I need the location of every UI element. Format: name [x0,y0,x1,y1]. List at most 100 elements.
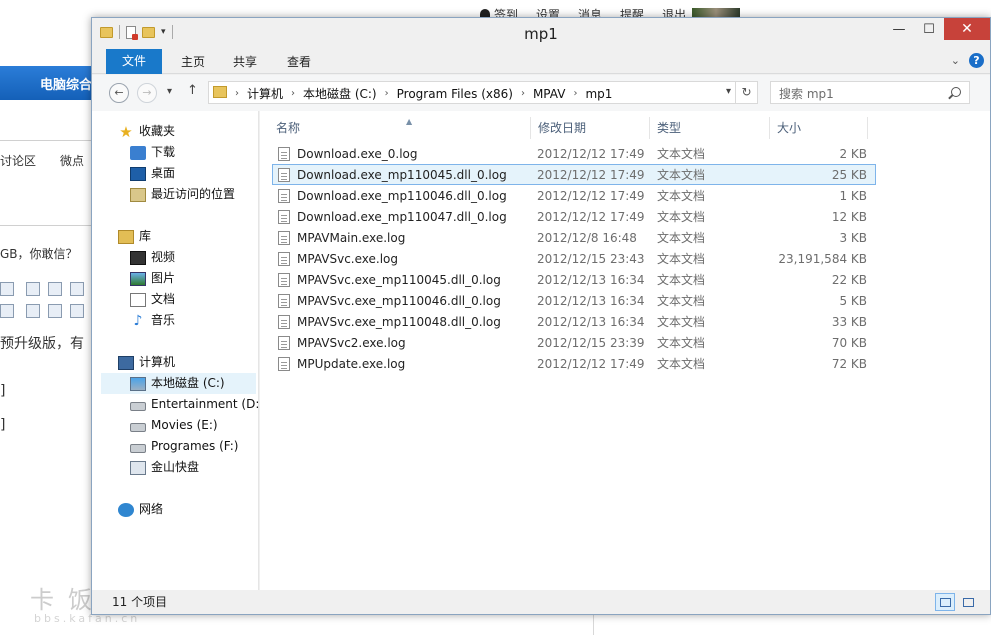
nav-item-pictures[interactable]: 图片 [130,268,175,289]
breadcrumb-computer[interactable]: 计算机 [247,85,283,102]
maximize-button[interactable]: ☐ [914,18,944,40]
column-header-date[interactable]: 修改日期 [531,117,650,139]
nav-label: 最近访问的位置 [151,187,236,201]
table-row[interactable]: Download.exe_mp110046.dll_0.log 2012/12/1… [272,185,876,206]
table-row[interactable]: MPAVSvc.exe_mp110046.dll_0.log 2012/12/13… [272,290,876,311]
table-row[interactable]: MPAVSvc2.exe.log 2012/12/15 23:39 文本文档 70 K… [272,332,876,353]
nav-item-recent[interactable]: 最近访问的位置 [130,184,235,205]
breadcrumb-mp1[interactable]: mp1 [585,87,612,101]
nav-item-drive-d[interactable]: Entertainment (D:) [130,394,264,415]
breadcrumb-mpav[interactable]: MPAV [533,87,565,101]
ribbon: 文件 主页 共享 查看 ⌄ ? [92,49,990,74]
nav-item-drive-e[interactable]: Movies (E:) [130,415,218,436]
file-list: 名称 ▲ 修改日期 类型 大小 Download.exe_0.log 2012/1… [260,111,990,590]
nav-item-music[interactable]: ♪ 音乐 [130,310,175,331]
item-count: 11 个项目 [112,595,168,609]
address-bar[interactable]: › 计算机 › 本地磁盘 (C:) › Program Files (x86) … [208,81,758,104]
breadcrumb-drive-c[interactable]: 本地磁盘 (C:) [303,85,377,102]
back-button[interactable]: ← [109,83,129,103]
details-view-button[interactable] [935,593,955,611]
editor-ordered-list-icon[interactable] [48,304,62,318]
text-file-icon [278,336,290,350]
large-icons-view-button[interactable] [958,593,978,611]
editor-brush-icon[interactable] [0,304,14,318]
nav-item-drive-f[interactable]: Programes (F:) [130,436,238,457]
file-type: 文本文档 [657,147,706,161]
table-row[interactable]: MPAVMain.exe.log 2012/12/8 16:48 文本文档 3 KB [272,227,876,248]
chevron-right-icon[interactable]: › [385,88,389,99]
nav-network[interactable]: 网络 [118,499,163,520]
bg-post-body: 预升级版，有 [0,336,84,352]
table-row[interactable]: MPAVSvc.exe.log 2012/12/15 23:43 文本文档 23,19… [272,248,876,269]
refresh-icon[interactable]: ↻ [735,82,757,103]
nav-computer[interactable]: 计算机 [118,352,175,373]
editor-align-center-icon[interactable] [48,282,62,296]
nav-label: 音乐 [151,313,176,327]
file-date: 2012/12/15 23:43 [537,252,645,266]
file-name: Download.exe_0.log [297,147,418,161]
up-button[interactable]: ↑ [187,83,198,98]
nav-favorites[interactable]: ★ 收藏夹 [118,121,175,142]
search-box[interactable]: 搜索 mp1 [770,81,970,104]
title-bar[interactable]: ▾ mp1 — ☐ ✕ [92,18,990,49]
cloud-drive-icon [130,460,146,475]
chevron-right-icon[interactable]: › [235,88,239,99]
table-row[interactable]: MPAVSvc.exe_mp110045.dll_0.log 2012/12/13… [272,269,876,290]
column-header-size[interactable]: 大小 [770,117,868,139]
editor-align-left-icon[interactable] [26,282,40,296]
text-file-icon [278,189,290,203]
window-controls: — ☐ ✕ [884,18,990,40]
close-button[interactable]: ✕ [944,18,990,40]
text-file-icon [278,252,290,266]
column-header-type[interactable]: 类型 [650,117,770,139]
bg-breadcrumb-weidian[interactable]: 微点 [60,152,84,169]
table-row[interactable]: MPAVSvc.exe_mp110048.dll_0.log 2012/12/13… [272,311,876,332]
nav-libraries[interactable]: 库 [118,226,151,247]
editor-list-icon[interactable] [26,304,40,318]
tab-share[interactable]: 共享 [220,51,270,74]
text-file-icon [278,273,290,287]
address-dropdown-icon[interactable]: ▾ [726,86,731,97]
editor-table-icon[interactable] [0,282,14,296]
editor-indent-icon[interactable] [70,304,84,318]
text-file-icon [278,168,290,182]
nav-label: 下载 [151,145,176,159]
table-row[interactable]: MPUpdate.exe.log 2012/12/12 17:49 文本文档 72 K… [272,353,876,374]
tab-home[interactable]: 主页 [168,51,218,74]
recent-locations-icon[interactable]: ▾ [167,86,172,97]
breadcrumb: › 计算机 › 本地磁盘 (C:) › Program Files (x86) … [235,85,612,102]
nav-item-documents[interactable]: 文档 [130,289,175,310]
help-icon[interactable]: ? [969,53,984,68]
window-title: mp1 [524,25,558,43]
library-icon [118,229,134,244]
search-placeholder: 搜索 mp1 [779,87,834,101]
nav-item-desktop[interactable]: 桌面 [130,163,175,184]
nav-label: 收藏夹 [139,124,176,138]
chevron-right-icon[interactable]: › [521,88,525,99]
bg-nav-label[interactable]: 电脑综合 [40,74,92,93]
breadcrumb-program-files[interactable]: Program Files (x86) [397,87,513,101]
file-name: MPAVSvc2.exe.log [297,336,406,350]
chevron-right-icon[interactable]: › [573,88,577,99]
editor-align-right-icon[interactable] [70,282,84,296]
nav-item-videos[interactable]: 视频 [130,247,175,268]
minimize-button[interactable]: — [884,18,914,40]
divider [0,225,100,226]
nav-item-downloads[interactable]: 下载 [130,142,175,163]
search-icon[interactable] [951,87,961,97]
bg-breadcrumb-forum[interactable]: 讨论区 [0,152,36,169]
table-row[interactable]: Download.exe_mp110047.dll_0.log 2012/12/1… [272,206,876,227]
table-row[interactable]: Download.exe_0.log 2012/12/12 17:49 文本文档 2 … [272,143,876,164]
forward-button[interactable]: → [137,83,157,103]
table-row[interactable]: Download.exe_mp110045.dll_0.log 2012/12/1… [272,164,876,185]
file-type: 文本文档 [657,294,706,308]
nav-item-drive-c[interactable]: 本地磁盘 (C:) [101,373,256,394]
chevron-right-icon[interactable]: › [291,88,295,99]
tab-view[interactable]: 查看 [274,51,324,74]
expand-ribbon-icon[interactable]: ⌄ [951,54,960,67]
windows-drive-icon [130,376,146,391]
details-view-icon [940,598,951,607]
nav-item-kuaipan[interactable]: 金山快盘 [130,457,199,478]
column-header-name[interactable]: 名称 ▲ [269,117,531,139]
tab-file[interactable]: 文件 [106,49,162,74]
